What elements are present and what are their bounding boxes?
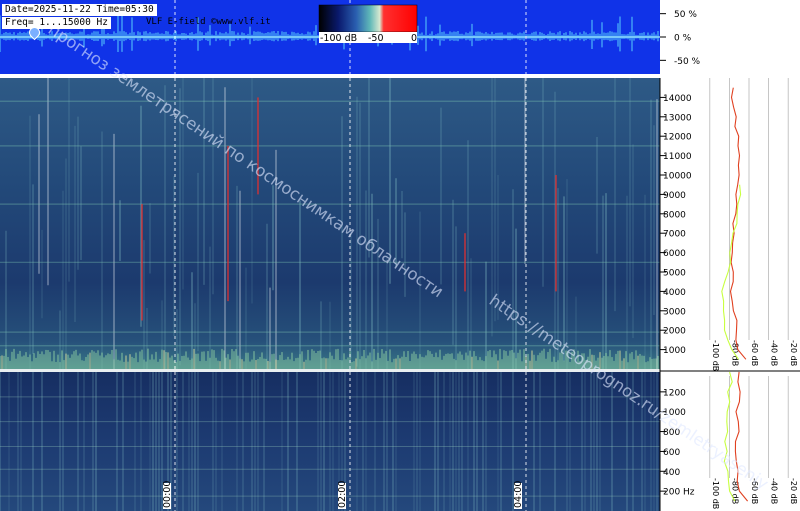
frequency-tick-label: 7000 (663, 230, 686, 240)
colorbar-gradient (318, 4, 418, 33)
time-tick-label: 04:00 (513, 481, 524, 508)
frequency-tick-label: 11000 (663, 152, 692, 162)
frequency-tick-label: 4000 (663, 288, 686, 298)
profile-tick-label: -40 dB (770, 478, 779, 504)
header-source: VLF E-field ©www.vlf.it (146, 17, 271, 27)
frequency-tick-label: 6000 (663, 249, 686, 259)
frequency-tick-label: 2000 (663, 327, 686, 337)
waveform-tick-label: 50 % (674, 10, 697, 20)
frequency-tick-label: 5000 (663, 269, 686, 279)
profile-tick-label: -40 dB (770, 340, 779, 366)
profile-tick-label: -100 dB (711, 478, 720, 509)
profile-tick-label: -20 dB (789, 340, 798, 366)
frequency-tick-label: 13000 (663, 113, 692, 123)
zoom-frequency-tick-label: 1200 (663, 388, 686, 398)
colorbar-tick-max: 0 (411, 33, 417, 44)
header-date-line: Date=2025-11-22 Time=05:30 (2, 4, 157, 16)
frequency-tick-label: 8000 (663, 210, 686, 220)
frequency-tick-label: 1000 (663, 346, 686, 356)
time-tick-label: 02:00 (337, 481, 348, 508)
profile-tick-label: -60 dB (750, 340, 759, 366)
vlf-chart-canvas: 00:00 02:00 04:00 50 % 0 % -50 % 1000 2000 3000… (0, 0, 800, 511)
frequency-tick-label: 12000 (663, 133, 692, 143)
colorbar: -100 dB -50 0 (318, 4, 418, 44)
waveform-tick-label: 0 % (674, 34, 692, 44)
profile-tick-label: -80 dB (730, 340, 739, 366)
time-tick-label: 00:00 (162, 481, 173, 508)
zoom-frequency-tick-label: 600 (663, 448, 680, 458)
frequency-tick-label: 3000 (663, 307, 686, 317)
colorbar-tick-mid: -50 (368, 33, 384, 44)
frequency-tick-label: 10000 (663, 172, 692, 182)
colorbar-tick-min: -100 dB (320, 33, 357, 44)
profile-tick-label: -100 dB (711, 340, 720, 371)
profile-tick-label: -20 dB (789, 478, 798, 504)
frequency-tick-label: 14000 (663, 94, 692, 104)
header-freq-line: Freq= 1...15000 Hz (2, 17, 111, 29)
frequency-tick-label: 9000 (663, 191, 686, 201)
waveform-separator (0, 74, 660, 78)
spectrogram-divider (0, 369, 660, 372)
zoom-frequency-tick-label: 200 Hz (663, 488, 695, 498)
vlf-monitor: 00:00 02:00 04:00 50 % 0 % -50 % 1000 2000 3000… (0, 0, 800, 511)
zoom-frequency-tick-label: 400 (663, 468, 680, 478)
waveform-tick-label: -50 % (674, 57, 701, 67)
